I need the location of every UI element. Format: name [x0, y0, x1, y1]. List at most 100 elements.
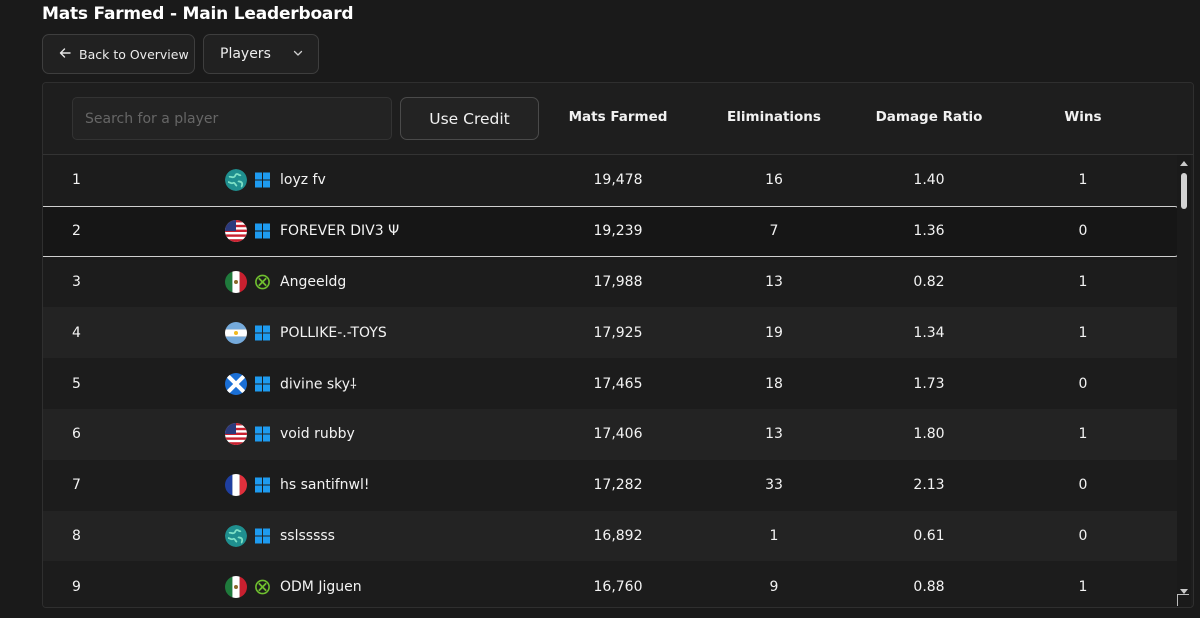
eliminations-value: 16 — [765, 172, 783, 189]
eliminations-value: 7 — [769, 223, 779, 240]
windows-icon — [255, 172, 270, 188]
us-flag-icon — [225, 423, 247, 446]
wins-value: 1 — [1078, 578, 1088, 595]
view-select[interactable]: Players — [203, 34, 319, 74]
player-name[interactable]: Angeeldg — [280, 274, 346, 290]
wins-value: 0 — [1078, 527, 1088, 544]
wins-value: 0 — [1078, 375, 1088, 392]
mats-farmed-value: 17,282 — [593, 477, 643, 494]
eliminations-value: 1 — [769, 527, 779, 544]
rank: 3 — [72, 273, 81, 290]
wins-value: 1 — [1078, 426, 1088, 443]
mats-farmed-value: 17,988 — [593, 273, 643, 290]
xbox-icon — [255, 579, 270, 595]
leaderboard-row[interactable]: 3 Angeeldg 17,988 13 0.82 1 — [43, 256, 1179, 308]
mx-flag-icon — [225, 270, 247, 293]
rank: 6 — [72, 426, 81, 443]
leaderboard-row[interactable]: 5 divine sky⸸ 17,465 18 1.73 0 — [43, 358, 1179, 409]
leaderboard-row[interactable]: 7 hs santifnwl! 17,282 33 2.13 0 — [43, 459, 1179, 511]
eliminations-value: 19 — [765, 324, 783, 341]
damage-ratio-value: 1.36 — [913, 223, 945, 240]
windows-icon — [255, 376, 270, 392]
player-name[interactable]: POLLIKE-.-TOYS — [280, 325, 387, 341]
use-credit-button[interactable]: Use Credit — [400, 97, 539, 140]
mx-flag-icon — [225, 575, 247, 598]
wins-value: 0 — [1078, 477, 1088, 494]
windows-icon — [255, 426, 270, 442]
player-name[interactable]: divine sky⸸ — [280, 374, 357, 393]
xbox-icon — [255, 274, 270, 290]
column-header-mats[interactable]: Mats Farmed — [569, 109, 668, 125]
player-name[interactable]: ODM Jiguen — [280, 579, 362, 595]
wins-value: 1 — [1078, 172, 1088, 189]
resize-handle-icon[interactable] — [1177, 594, 1189, 606]
damage-ratio-value: 1.34 — [913, 324, 945, 341]
rank: 8 — [72, 527, 81, 544]
leaderboard-rows: 1 loyz fv 19,478 16 1.40 1 2 FOREVER DIV3 Ψ 19,2… — [43, 155, 1193, 607]
eliminations-value: 13 — [765, 273, 783, 290]
back-to-overview-button[interactable]: Back to Overview — [42, 34, 195, 74]
damage-ratio-value: 0.88 — [913, 578, 945, 595]
player-name[interactable]: void rubby — [280, 426, 355, 442]
eliminations-value: 33 — [765, 477, 783, 494]
search-input[interactable] — [72, 97, 392, 140]
scrollbar-thumb[interactable] — [1181, 173, 1187, 209]
damage-ratio-value: 0.82 — [913, 273, 945, 290]
rank: 9 — [72, 578, 81, 595]
damage-ratio-value: 2.13 — [913, 477, 945, 494]
rank: 5 — [72, 375, 81, 392]
leaderboard-panel: Use Credit Mats Farmed Eliminations Dama… — [42, 82, 1194, 608]
mats-farmed-value: 19,239 — [593, 223, 643, 240]
mats-farmed-value: 17,465 — [593, 375, 643, 392]
windows-icon — [255, 325, 270, 341]
damage-ratio-value: 1.40 — [913, 172, 945, 189]
player-name[interactable]: loyz fv — [280, 172, 326, 188]
fr-flag-icon — [225, 474, 247, 497]
mats-farmed-value: 17,925 — [593, 324, 643, 341]
player-name[interactable]: sslsssss — [280, 528, 335, 544]
windows-icon — [255, 477, 270, 493]
mats-farmed-value: 16,760 — [593, 578, 643, 595]
player-name[interactable]: hs santifnwl! — [280, 477, 370, 493]
eliminations-value: 18 — [765, 375, 783, 392]
mats-farmed-value: 19,478 — [593, 172, 643, 189]
leaderboard-header: Use Credit Mats Farmed Eliminations Dama… — [43, 83, 1193, 155]
globe-flag-icon — [225, 524, 247, 547]
eliminations-value: 13 — [765, 426, 783, 443]
wins-value: 1 — [1078, 324, 1088, 341]
scrollbar[interactable] — [1177, 155, 1191, 607]
wins-value: 0 — [1078, 223, 1088, 240]
arrow-left-icon — [59, 47, 71, 62]
windows-icon — [255, 528, 270, 544]
mats-farmed-value: 17,406 — [593, 426, 643, 443]
leaderboard-row[interactable]: 2 FOREVER DIV3 Ψ 19,239 7 1.36 0 — [43, 205, 1179, 257]
page-title: Mats Farmed - Main Leaderboard — [42, 4, 354, 24]
rank: 1 — [72, 172, 81, 189]
wins-value: 1 — [1078, 273, 1088, 290]
column-header-damage-ratio[interactable]: Damage Ratio — [876, 109, 983, 125]
column-header-wins[interactable]: Wins — [1064, 109, 1101, 125]
column-header-eliminations[interactable]: Eliminations — [727, 109, 821, 125]
damage-ratio-value: 1.73 — [913, 375, 945, 392]
us-flag-icon — [225, 220, 247, 243]
rank: 7 — [72, 477, 81, 494]
rank: 2 — [72, 223, 81, 240]
windows-icon — [255, 223, 270, 239]
leaderboard-row[interactable]: 6 void rubby 17,406 13 1.80 1 — [43, 408, 1179, 460]
globe-flag-icon — [225, 169, 247, 192]
eliminations-value: 9 — [769, 578, 779, 595]
chevron-down-icon — [292, 47, 304, 63]
leaderboard-row[interactable]: 9 ODM Jiguen 16,760 9 0.88 1 — [43, 561, 1179, 607]
view-select-value: Players — [220, 46, 271, 62]
mats-farmed-value: 16,892 — [593, 527, 643, 544]
damage-ratio-value: 0.61 — [913, 527, 945, 544]
leaderboard-row[interactable]: 1 loyz fv 19,478 16 1.40 1 — [43, 155, 1179, 206]
leaderboard-row[interactable]: 4 POLLIKE-.-TOYS 17,925 19 1.34 1 — [43, 307, 1179, 359]
ar-flag-icon — [225, 321, 247, 344]
damage-ratio-value: 1.80 — [913, 426, 945, 443]
scroll-up-arrow-icon[interactable] — [1180, 161, 1188, 166]
scotland-flag-icon — [225, 372, 247, 395]
leaderboard-row[interactable]: 8 sslsssss 16,892 1 0.61 0 — [43, 510, 1179, 562]
player-name[interactable]: FOREVER DIV3 Ψ — [280, 223, 399, 239]
rank: 4 — [72, 324, 81, 341]
